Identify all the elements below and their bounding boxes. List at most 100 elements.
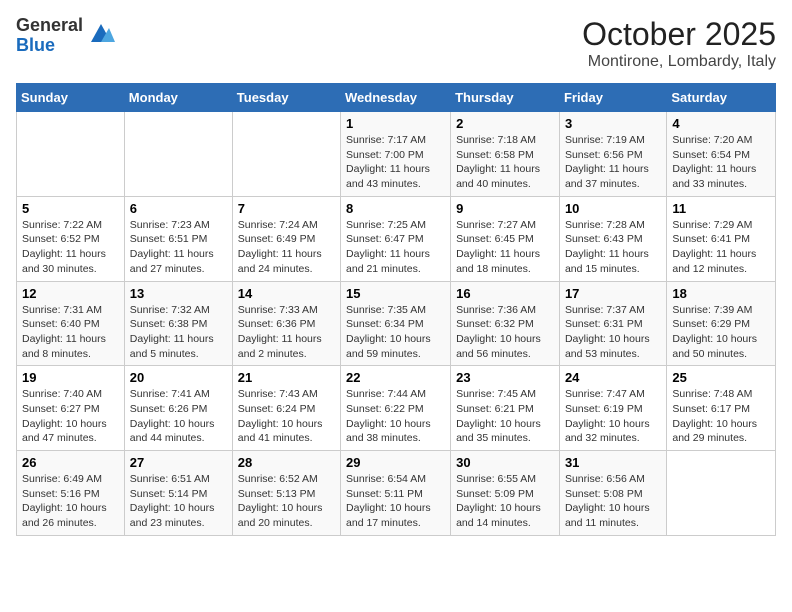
day-number: 6 bbox=[130, 201, 227, 216]
day-cell: 1 Sunrise: 7:17 AMSunset: 7:00 PMDayligh… bbox=[341, 112, 451, 197]
day-cell: 5 Sunrise: 7:22 AMSunset: 6:52 PMDayligh… bbox=[17, 196, 125, 281]
day-cell: 16 Sunrise: 7:36 AMSunset: 6:32 PMDaylig… bbox=[451, 281, 560, 366]
day-info: Sunrise: 6:52 AMSunset: 5:13 PMDaylight:… bbox=[238, 472, 335, 531]
day-number: 21 bbox=[238, 370, 335, 385]
day-cell: 17 Sunrise: 7:37 AMSunset: 6:31 PMDaylig… bbox=[559, 281, 666, 366]
day-number: 18 bbox=[672, 286, 770, 301]
day-cell: 23 Sunrise: 7:45 AMSunset: 6:21 PMDaylig… bbox=[451, 366, 560, 451]
subtitle: Montirone, Lombardy, Italy bbox=[582, 53, 776, 71]
day-info: Sunrise: 7:28 AMSunset: 6:43 PMDaylight:… bbox=[565, 218, 661, 277]
day-number: 30 bbox=[456, 455, 554, 470]
day-info: Sunrise: 7:35 AMSunset: 6:34 PMDaylight:… bbox=[346, 303, 445, 362]
day-cell: 14 Sunrise: 7:33 AMSunset: 6:36 PMDaylig… bbox=[232, 281, 340, 366]
day-info: Sunrise: 7:25 AMSunset: 6:47 PMDaylight:… bbox=[346, 218, 445, 277]
day-info: Sunrise: 7:22 AMSunset: 6:52 PMDaylight:… bbox=[22, 218, 119, 277]
logo-text: General Blue bbox=[16, 16, 83, 56]
day-number: 17 bbox=[565, 286, 661, 301]
day-info: Sunrise: 7:33 AMSunset: 6:36 PMDaylight:… bbox=[238, 303, 335, 362]
day-cell: 24 Sunrise: 7:47 AMSunset: 6:19 PMDaylig… bbox=[559, 366, 666, 451]
day-cell bbox=[17, 112, 125, 197]
day-number: 2 bbox=[456, 116, 554, 131]
day-number: 16 bbox=[456, 286, 554, 301]
day-cell: 3 Sunrise: 7:19 AMSunset: 6:56 PMDayligh… bbox=[559, 112, 666, 197]
day-cell: 12 Sunrise: 7:31 AMSunset: 6:40 PMDaylig… bbox=[17, 281, 125, 366]
calendar-body: 1 Sunrise: 7:17 AMSunset: 7:00 PMDayligh… bbox=[17, 112, 776, 536]
day-info: Sunrise: 7:44 AMSunset: 6:22 PMDaylight:… bbox=[346, 387, 445, 446]
day-number: 23 bbox=[456, 370, 554, 385]
day-cell: 2 Sunrise: 7:18 AMSunset: 6:58 PMDayligh… bbox=[451, 112, 560, 197]
day-number: 19 bbox=[22, 370, 119, 385]
day-info: Sunrise: 7:39 AMSunset: 6:29 PMDaylight:… bbox=[672, 303, 770, 362]
header-tuesday: Tuesday bbox=[232, 84, 340, 112]
day-cell: 20 Sunrise: 7:41 AMSunset: 6:26 PMDaylig… bbox=[124, 366, 232, 451]
header-row: Sunday Monday Tuesday Wednesday Thursday… bbox=[17, 84, 776, 112]
day-number: 29 bbox=[346, 455, 445, 470]
day-cell: 29 Sunrise: 6:54 AMSunset: 5:11 PMDaylig… bbox=[341, 451, 451, 536]
day-cell bbox=[124, 112, 232, 197]
logo-icon bbox=[87, 18, 115, 46]
day-info: Sunrise: 7:45 AMSunset: 6:21 PMDaylight:… bbox=[456, 387, 554, 446]
day-number: 12 bbox=[22, 286, 119, 301]
day-cell: 25 Sunrise: 7:48 AMSunset: 6:17 PMDaylig… bbox=[667, 366, 776, 451]
day-cell: 28 Sunrise: 6:52 AMSunset: 5:13 PMDaylig… bbox=[232, 451, 340, 536]
header-friday: Friday bbox=[559, 84, 666, 112]
day-info: Sunrise: 7:27 AMSunset: 6:45 PMDaylight:… bbox=[456, 218, 554, 277]
day-number: 11 bbox=[672, 201, 770, 216]
day-number: 8 bbox=[346, 201, 445, 216]
day-cell: 6 Sunrise: 7:23 AMSunset: 6:51 PMDayligh… bbox=[124, 196, 232, 281]
day-cell: 31 Sunrise: 6:56 AMSunset: 5:08 PMDaylig… bbox=[559, 451, 666, 536]
day-number: 4 bbox=[672, 116, 770, 131]
week-row-4: 19 Sunrise: 7:40 AMSunset: 6:27 PMDaylig… bbox=[17, 366, 776, 451]
header-thursday: Thursday bbox=[451, 84, 560, 112]
day-info: Sunrise: 7:47 AMSunset: 6:19 PMDaylight:… bbox=[565, 387, 661, 446]
day-cell: 18 Sunrise: 7:39 AMSunset: 6:29 PMDaylig… bbox=[667, 281, 776, 366]
day-number: 10 bbox=[565, 201, 661, 216]
header-sunday: Sunday bbox=[17, 84, 125, 112]
day-cell: 30 Sunrise: 6:55 AMSunset: 5:09 PMDaylig… bbox=[451, 451, 560, 536]
day-cell: 15 Sunrise: 7:35 AMSunset: 6:34 PMDaylig… bbox=[341, 281, 451, 366]
day-number: 13 bbox=[130, 286, 227, 301]
day-cell: 11 Sunrise: 7:29 AMSunset: 6:41 PMDaylig… bbox=[667, 196, 776, 281]
day-info: Sunrise: 6:51 AMSunset: 5:14 PMDaylight:… bbox=[130, 472, 227, 531]
day-number: 3 bbox=[565, 116, 661, 131]
day-cell: 19 Sunrise: 7:40 AMSunset: 6:27 PMDaylig… bbox=[17, 366, 125, 451]
day-info: Sunrise: 7:40 AMSunset: 6:27 PMDaylight:… bbox=[22, 387, 119, 446]
week-row-2: 5 Sunrise: 7:22 AMSunset: 6:52 PMDayligh… bbox=[17, 196, 776, 281]
day-number: 15 bbox=[346, 286, 445, 301]
day-number: 24 bbox=[565, 370, 661, 385]
day-number: 28 bbox=[238, 455, 335, 470]
day-number: 1 bbox=[346, 116, 445, 131]
day-info: Sunrise: 7:24 AMSunset: 6:49 PMDaylight:… bbox=[238, 218, 335, 277]
day-info: Sunrise: 7:18 AMSunset: 6:58 PMDaylight:… bbox=[456, 133, 554, 192]
day-cell: 21 Sunrise: 7:43 AMSunset: 6:24 PMDaylig… bbox=[232, 366, 340, 451]
day-cell: 26 Sunrise: 6:49 AMSunset: 5:16 PMDaylig… bbox=[17, 451, 125, 536]
day-cell: 22 Sunrise: 7:44 AMSunset: 6:22 PMDaylig… bbox=[341, 366, 451, 451]
day-cell: 8 Sunrise: 7:25 AMSunset: 6:47 PMDayligh… bbox=[341, 196, 451, 281]
header-wednesday: Wednesday bbox=[341, 84, 451, 112]
week-row-5: 26 Sunrise: 6:49 AMSunset: 5:16 PMDaylig… bbox=[17, 451, 776, 536]
day-cell: 10 Sunrise: 7:28 AMSunset: 6:43 PMDaylig… bbox=[559, 196, 666, 281]
day-info: Sunrise: 7:23 AMSunset: 6:51 PMDaylight:… bbox=[130, 218, 227, 277]
logo-general: General bbox=[16, 16, 83, 36]
day-cell bbox=[667, 451, 776, 536]
calendar-table: Sunday Monday Tuesday Wednesday Thursday… bbox=[16, 83, 776, 536]
day-cell bbox=[232, 112, 340, 197]
day-info: Sunrise: 7:41 AMSunset: 6:26 PMDaylight:… bbox=[130, 387, 227, 446]
day-number: 22 bbox=[346, 370, 445, 385]
day-info: Sunrise: 7:43 AMSunset: 6:24 PMDaylight:… bbox=[238, 387, 335, 446]
day-info: Sunrise: 7:20 AMSunset: 6:54 PMDaylight:… bbox=[672, 133, 770, 192]
day-info: Sunrise: 7:48 AMSunset: 6:17 PMDaylight:… bbox=[672, 387, 770, 446]
day-number: 31 bbox=[565, 455, 661, 470]
logo: General Blue bbox=[16, 16, 115, 56]
day-number: 14 bbox=[238, 286, 335, 301]
header-monday: Monday bbox=[124, 84, 232, 112]
day-number: 25 bbox=[672, 370, 770, 385]
day-info: Sunrise: 6:49 AMSunset: 5:16 PMDaylight:… bbox=[22, 472, 119, 531]
page-header: General Blue October 2025 Montirone, Lom… bbox=[16, 16, 776, 71]
day-cell: 27 Sunrise: 6:51 AMSunset: 5:14 PMDaylig… bbox=[124, 451, 232, 536]
header-saturday: Saturday bbox=[667, 84, 776, 112]
main-title: October 2025 bbox=[582, 16, 776, 53]
day-number: 27 bbox=[130, 455, 227, 470]
day-number: 5 bbox=[22, 201, 119, 216]
day-info: Sunrise: 7:36 AMSunset: 6:32 PMDaylight:… bbox=[456, 303, 554, 362]
